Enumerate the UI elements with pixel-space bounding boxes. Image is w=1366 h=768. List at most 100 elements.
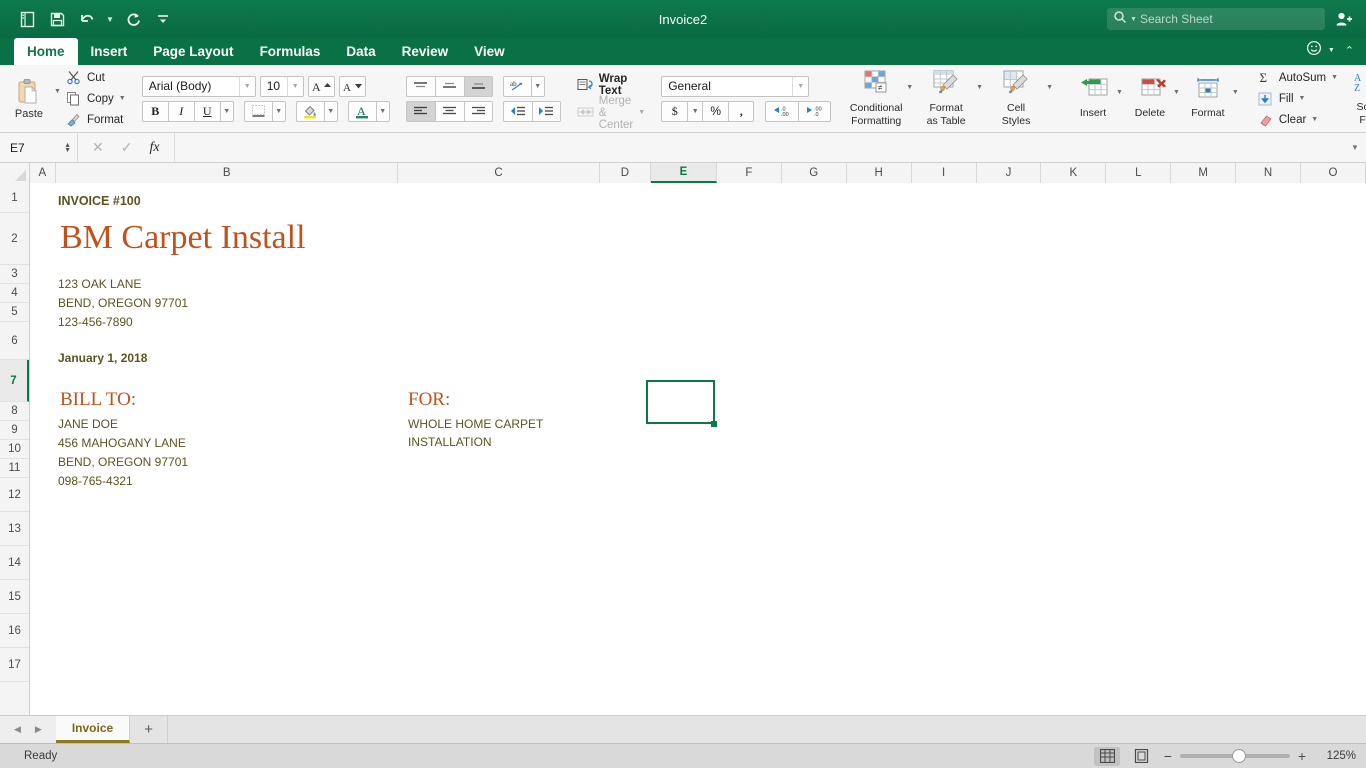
format-cells-caret[interactable]: ▼ [1232, 89, 1239, 96]
format-cells-button[interactable]: Format [1185, 77, 1231, 120]
cell-b7[interactable]: BILL TO: [60, 389, 136, 411]
cell-b10[interactable]: BEND, OREGON 97701 [58, 455, 188, 469]
cell-area[interactable]: INVOICE #100 BM Carpet Install 123 OAK L… [30, 183, 1366, 715]
currency-format-button[interactable]: $ [661, 100, 688, 122]
underline-dropdown-caret[interactable]: ▼ [219, 100, 234, 122]
tab-page-layout[interactable]: Page Layout [140, 38, 246, 65]
select-all-button[interactable] [0, 163, 30, 183]
cell-b3[interactable]: 123 OAK LANE [58, 277, 141, 291]
font-color-button[interactable]: A [347, 100, 376, 122]
decrease-decimal-button[interactable]: .00.0 [798, 100, 832, 122]
row-header-1[interactable]: 1 [0, 183, 29, 213]
name-box-spinner[interactable]: ▲ ▼ [64, 142, 71, 154]
column-header-i[interactable]: I [911, 163, 977, 183]
selected-cell-e7[interactable] [646, 380, 715, 424]
increase-font-size-button[interactable]: A [307, 75, 335, 97]
bold-button[interactable]: B [141, 100, 168, 122]
zoom-in-button[interactable]: + [1296, 748, 1308, 764]
row-header-4[interactable]: 4 [0, 284, 29, 303]
fill-caret[interactable]: ▼ [1299, 95, 1306, 102]
row-header-17[interactable]: 17 [0, 648, 29, 682]
zoom-slider[interactable]: − + [1162, 748, 1308, 764]
align-middle-button[interactable] [434, 75, 464, 97]
row-header-16[interactable]: 16 [0, 614, 29, 648]
cut-button[interactable]: Cut [65, 69, 126, 87]
cell-c8-line1[interactable]: WHOLE HOME CARPET [408, 417, 543, 431]
delete-cells-button[interactable]: Delete [1128, 77, 1172, 120]
currency-dropdown-caret[interactable]: ▼ [687, 100, 703, 122]
column-header-f[interactable]: F [716, 163, 782, 183]
cell-styles-button[interactable]: Cell Styles [987, 70, 1045, 128]
cell-b4[interactable]: BEND, OREGON 97701 [58, 296, 188, 310]
align-top-button[interactable] [405, 75, 435, 97]
confirm-edit-icon[interactable]: ✓ [121, 139, 133, 156]
cell-b9[interactable]: 456 MAHOGANY LANE [58, 436, 186, 450]
comma-format-button[interactable]: , [728, 100, 755, 122]
add-sheet-button[interactable]: + [130, 716, 168, 743]
fill-color-button[interactable] [295, 100, 324, 122]
copy-dropdown-caret[interactable]: ▼ [119, 95, 126, 102]
insert-cells-button[interactable]: Insert [1071, 77, 1115, 120]
clear-caret[interactable]: ▼ [1311, 116, 1318, 123]
tab-review[interactable]: Review [389, 38, 462, 65]
search-dropdown-caret[interactable]: ▼ [1130, 16, 1137, 23]
row-header-11[interactable]: 11 [0, 459, 29, 478]
delete-cells-caret[interactable]: ▼ [1173, 89, 1180, 96]
conditional-formatting-caret[interactable]: ▼ [906, 84, 913, 91]
column-header-h[interactable]: H [846, 163, 912, 183]
smiley-dropdown-caret[interactable]: ▼ [1328, 47, 1335, 54]
row-header-10[interactable]: 10 [0, 440, 29, 459]
tab-formulas[interactable]: Formulas [247, 38, 334, 65]
merge-center-dropdown-caret[interactable]: ▼ [638, 109, 645, 116]
column-header-m[interactable]: M [1171, 163, 1237, 183]
cell-c8-line2[interactable]: INSTALLATION [408, 435, 492, 449]
text-orientation-button[interactable]: ab [502, 75, 531, 97]
borders-button[interactable] [243, 100, 272, 122]
wrap-text-button[interactable]: Wrap Text [577, 73, 645, 97]
font-family-caret[interactable]: ▼ [244, 83, 251, 90]
font-family-input[interactable]: Arial (Body) ▼ [141, 75, 256, 97]
previous-sheet-icon[interactable]: ◀ [14, 724, 21, 735]
conditional-formatting-button[interactable]: ≠ Conditional Formatting [847, 70, 905, 128]
undo-icon[interactable] [74, 6, 100, 32]
format-as-table-button[interactable]: Format as Table [917, 70, 975, 128]
increase-indent-button[interactable] [531, 100, 561, 122]
formula-bar-expand-icon[interactable]: ▼ [1344, 143, 1366, 152]
zoom-out-button[interactable]: − [1162, 748, 1174, 764]
clear-button[interactable]: Clear ▼ [1257, 111, 1338, 129]
autosum-button[interactable]: Σ AutoSum ▼ [1257, 69, 1338, 87]
merge-center-button[interactable]: Merge & Center ▼ [577, 95, 645, 131]
cell-b6[interactable]: January 1, 2018 [58, 351, 147, 365]
tab-view[interactable]: View [461, 38, 518, 65]
row-header-9[interactable]: 9 [0, 421, 29, 440]
text-orientation-dropdown-caret[interactable]: ▼ [530, 75, 545, 97]
percent-format-button[interactable]: % [702, 100, 729, 122]
row-header-5[interactable]: 5 [0, 303, 29, 322]
search-input[interactable]: ▼ Search Sheet [1107, 8, 1325, 30]
row-header-7[interactable]: 7 [0, 360, 29, 402]
cell-c7[interactable]: FOR: [408, 389, 450, 411]
zoom-track[interactable] [1180, 749, 1290, 763]
number-format-caret[interactable]: ▼ [797, 83, 804, 90]
smiley-feedback-icon[interactable] [1306, 40, 1322, 61]
row-header-13[interactable]: 13 [0, 512, 29, 546]
next-sheet-icon[interactable]: ▶ [35, 724, 42, 735]
cell-b11[interactable]: 098-765-4321 [58, 474, 133, 488]
column-header-l[interactable]: L [1106, 163, 1172, 183]
increase-decimal-button[interactable]: .0.00 [765, 100, 799, 122]
row-header-12[interactable]: 12 [0, 478, 29, 512]
column-header-o[interactable]: O [1301, 163, 1366, 183]
insert-function-icon[interactable]: fx [149, 140, 159, 156]
format-as-table-caret[interactable]: ▼ [976, 84, 983, 91]
cell-styles-caret[interactable]: ▼ [1046, 84, 1053, 91]
decrease-indent-button[interactable] [502, 100, 532, 122]
tab-data[interactable]: Data [333, 38, 388, 65]
font-size-input[interactable]: 10 ▼ [259, 75, 304, 97]
column-header-k[interactable]: K [1041, 163, 1107, 183]
tab-insert[interactable]: Insert [78, 38, 141, 65]
new-from-template-icon[interactable] [14, 6, 40, 32]
column-header-c[interactable]: C [398, 163, 600, 183]
borders-dropdown-caret[interactable]: ▼ [271, 100, 286, 122]
cell-b1[interactable]: INVOICE #100 [58, 194, 141, 208]
normal-view-button[interactable] [1094, 746, 1120, 766]
